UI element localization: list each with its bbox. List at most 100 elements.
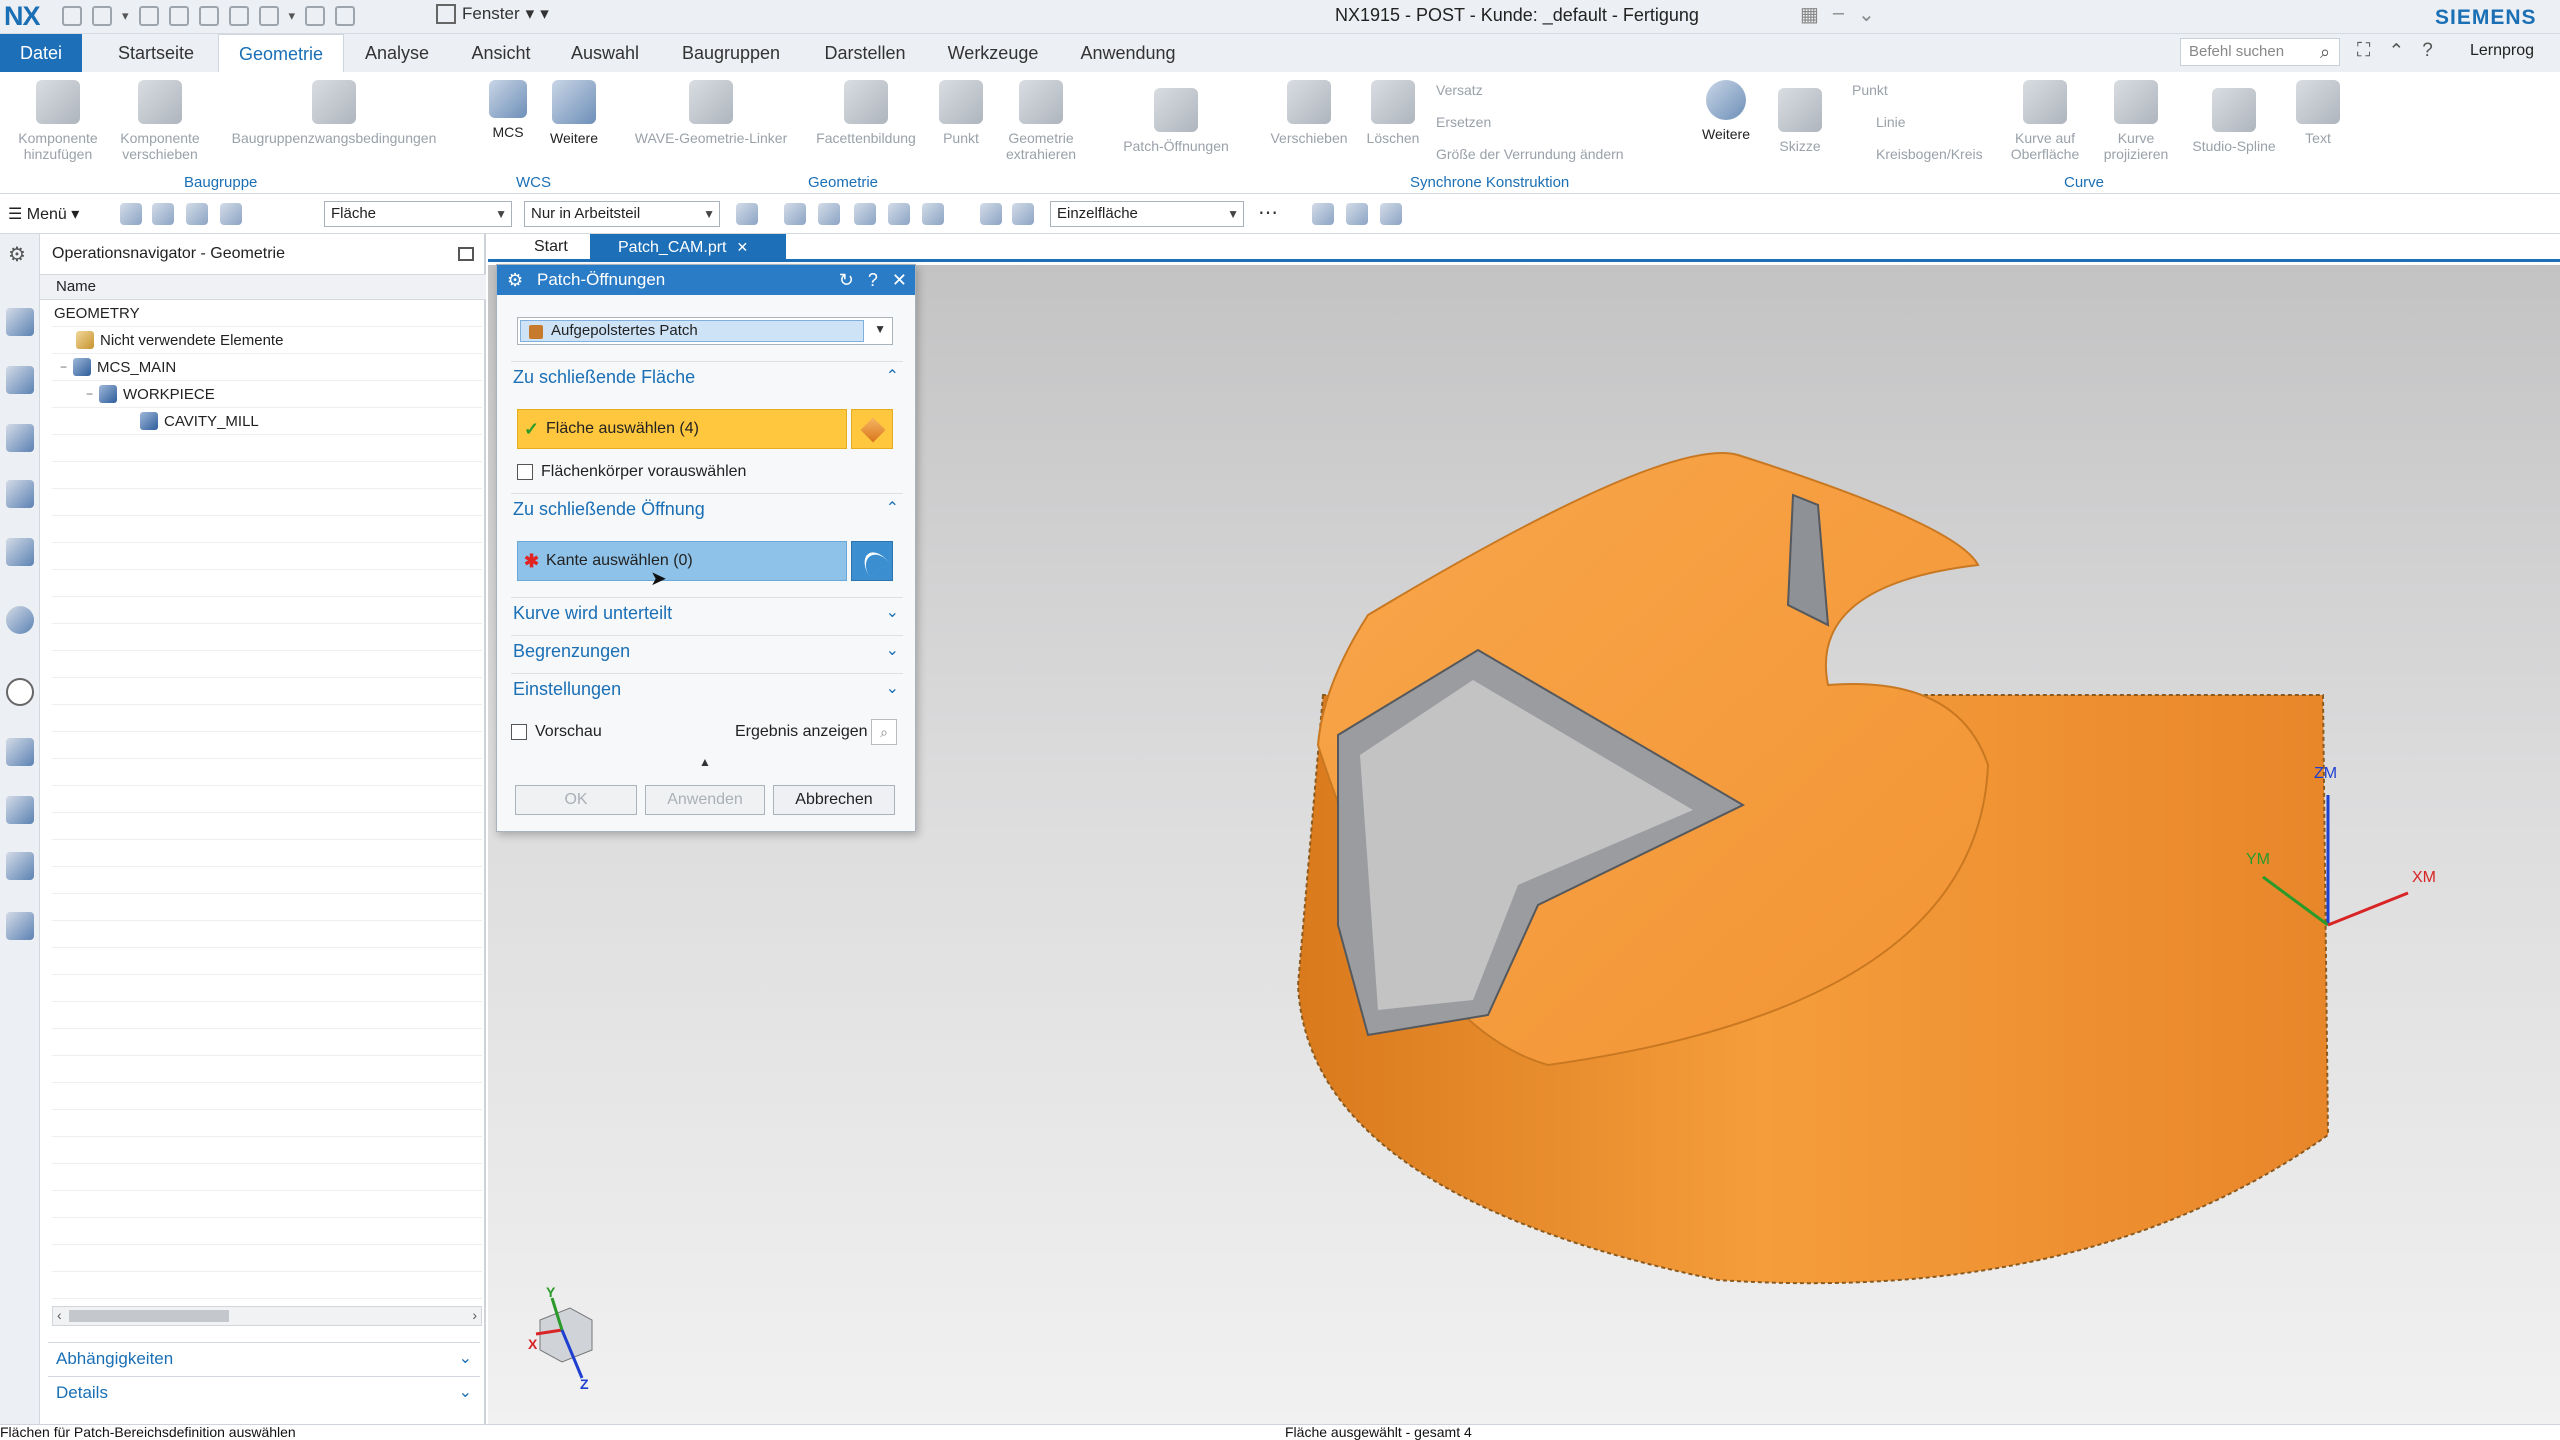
scroll-thumb[interactable]	[69, 1310, 229, 1322]
close-icon[interactable]: ✕	[892, 265, 907, 295]
tab-analyse[interactable]: Analyse	[352, 34, 442, 72]
assembly-nav-icon[interactable]	[152, 203, 174, 225]
section-face-to-close[interactable]: Zu schließende Fläche ⌃	[511, 361, 903, 391]
reuse-library-icon[interactable]	[6, 796, 34, 824]
patch-type-select[interactable]: Aufgepolstertes Patch ▼	[517, 317, 893, 345]
customize-dropdown-icon[interactable]: ▾	[540, 4, 549, 24]
apply-button[interactable]: Anwenden	[645, 785, 765, 815]
point-button[interactable]: Punkt	[936, 80, 986, 146]
text-button[interactable]: Text	[2296, 80, 2340, 146]
snap-icon[interactable]	[736, 203, 758, 225]
sketch-button[interactable]: Skizze	[1774, 88, 1826, 154]
selection-filter-icon[interactable]	[186, 203, 208, 225]
main-menu-button[interactable]: ☰ Menü ▾	[8, 204, 79, 224]
face-rule-select[interactable]: Einzelfläche ▼	[1050, 201, 1244, 227]
move-component-button[interactable]: Komponente verschieben	[110, 80, 210, 162]
type-filter-select[interactable]: Fläche ▼	[324, 201, 512, 227]
section-curve-split[interactable]: Kurve wird unterteilt ⌄	[511, 597, 903, 627]
help-icon[interactable]: ?	[868, 265, 878, 295]
circle-select-icon[interactable]	[854, 203, 876, 225]
tab-patch-cam[interactable]: Patch_CAM.prt ✕	[590, 234, 786, 260]
solid-icon[interactable]	[1012, 203, 1034, 225]
refresh-icon[interactable]	[305, 6, 326, 26]
close-icon[interactable]: ✕	[736, 239, 748, 255]
tree-item-mcs-main[interactable]: − MCS_MAIN	[60, 354, 176, 380]
reset-icon[interactable]: ↻	[839, 265, 854, 295]
section-opening-to-close[interactable]: Zu schließende Öffnung ⌃	[511, 493, 903, 523]
face-selection-button[interactable]	[851, 409, 893, 449]
select-all-icon[interactable]	[818, 203, 840, 225]
process-tools-icon[interactable]	[6, 738, 34, 766]
tree-item-cavity-mill[interactable]: CAVITY_MILL	[140, 408, 259, 434]
roles-icon[interactable]	[6, 852, 34, 880]
collapse-minus-icon[interactable]: −	[86, 387, 93, 401]
horizontal-scrollbar[interactable]: ‹ ›	[52, 1306, 482, 1326]
part-navigator-icon[interactable]	[6, 308, 34, 336]
feature-icon[interactable]	[888, 203, 910, 225]
restore-icon[interactable]: ▦	[1800, 2, 1819, 27]
curve-point-button[interactable]: Punkt	[1852, 82, 1888, 98]
selection-tool-icon[interactable]	[120, 203, 142, 225]
tab-baugruppen[interactable]: Baugruppen	[670, 34, 792, 72]
repeat-icon[interactable]	[228, 6, 249, 26]
more-options-icon[interactable]: ⋯	[1258, 200, 1278, 225]
ok-button[interactable]: OK	[515, 785, 637, 815]
wave-linker-button[interactable]: WAVE-Geometrie-Linker	[624, 80, 798, 146]
touch-dropdown-icon[interactable]: ▾	[289, 8, 296, 24]
assembly-constraints-button[interactable]: Baugruppenzwangsbedingungen	[214, 80, 454, 146]
wcs-toggle-icon[interactable]	[1312, 203, 1334, 225]
edge-selection-button[interactable]	[851, 541, 893, 581]
minimize-icon[interactable]: –	[1833, 2, 1844, 27]
layers-icon[interactable]	[6, 538, 34, 566]
checkbox-box[interactable]	[517, 464, 533, 480]
select-face-field[interactable]: ✓ Fläche auswählen (4)	[517, 409, 847, 449]
collapse-icon[interactable]: ⌃	[2388, 40, 2404, 63]
web-browser-icon[interactable]	[6, 606, 34, 634]
learning-button[interactable]: Lernprog	[2470, 42, 2534, 60]
replace-button[interactable]: Ersetzen	[1436, 114, 1491, 130]
cut-icon[interactable]	[138, 6, 159, 26]
view-orientation-triad[interactable]: X Y Z	[528, 1284, 600, 1393]
undo-dropdown-icon[interactable]: ▾	[122, 8, 129, 24]
studio-spline-button[interactable]: Studio-Spline	[2186, 88, 2282, 154]
maximize-icon[interactable]	[458, 247, 474, 261]
show-result-button[interactable]: ⌕	[871, 719, 897, 745]
section-settings[interactable]: Einstellungen ⌄	[511, 673, 903, 703]
scope-select[interactable]: Nur in Arbeitsteil ▼	[524, 201, 720, 227]
project-curve-button[interactable]: Kurve projizieren	[2098, 80, 2174, 162]
operation-navigator-icon[interactable]	[6, 424, 34, 452]
assembly-navigator-icon[interactable]	[6, 366, 34, 394]
body-icon[interactable]	[922, 203, 944, 225]
delete-face-button[interactable]: Löschen	[1358, 80, 1428, 146]
add-component-button[interactable]: Komponente hinzufügen	[18, 80, 98, 162]
copy-icon[interactable]	[168, 6, 189, 26]
offset-button[interactable]: Versatz	[1436, 82, 1483, 98]
collapse-ribbon-icon[interactable]: ⌄	[1858, 2, 1875, 27]
undo-icon[interactable]	[92, 6, 112, 26]
faceting-button[interactable]: Facettenbildung	[804, 80, 928, 146]
tab-darstellen[interactable]: Darstellen	[810, 34, 920, 72]
details-panel[interactable]: Details ⌄	[48, 1376, 480, 1408]
preview-checkbox[interactable]: Vorschau	[511, 723, 602, 741]
tree-item-geometry[interactable]: GEOMETRY	[54, 300, 140, 326]
save-icon[interactable]	[62, 6, 82, 26]
scroll-left-icon[interactable]: ‹	[57, 1307, 62, 1323]
tree-item-unused[interactable]: Nicht verwendete Elemente	[76, 327, 283, 353]
extract-geometry-button[interactable]: Geometrie extrahieren	[996, 80, 1086, 162]
column-header-name[interactable]: Name	[40, 274, 486, 300]
select-edge-field[interactable]: ✱ Kante auswählen (0)	[517, 541, 847, 581]
list-icon[interactable]	[220, 203, 242, 225]
sync-more-button[interactable]: Weitere	[1686, 80, 1766, 142]
move-face-button[interactable]: Verschieben	[1262, 80, 1356, 146]
folder-icon[interactable]	[6, 912, 34, 940]
line-button[interactable]: Linie	[1876, 114, 1906, 130]
touch-mode-icon[interactable]	[258, 6, 279, 26]
tab-werkzeuge[interactable]: Werkzeuge	[940, 34, 1046, 72]
window-menu[interactable]: Fenster ▾ ▾	[436, 4, 549, 24]
tab-geometrie[interactable]: Geometrie	[218, 34, 344, 72]
history-clock-icon[interactable]	[6, 678, 34, 706]
tab-datei[interactable]: Datei	[0, 34, 82, 72]
search-icon[interactable]: ⌕	[2320, 42, 2330, 63]
wcs-more-button[interactable]: Weitere	[544, 80, 604, 146]
section-limits[interactable]: Begrenzungen ⌄	[511, 635, 903, 665]
